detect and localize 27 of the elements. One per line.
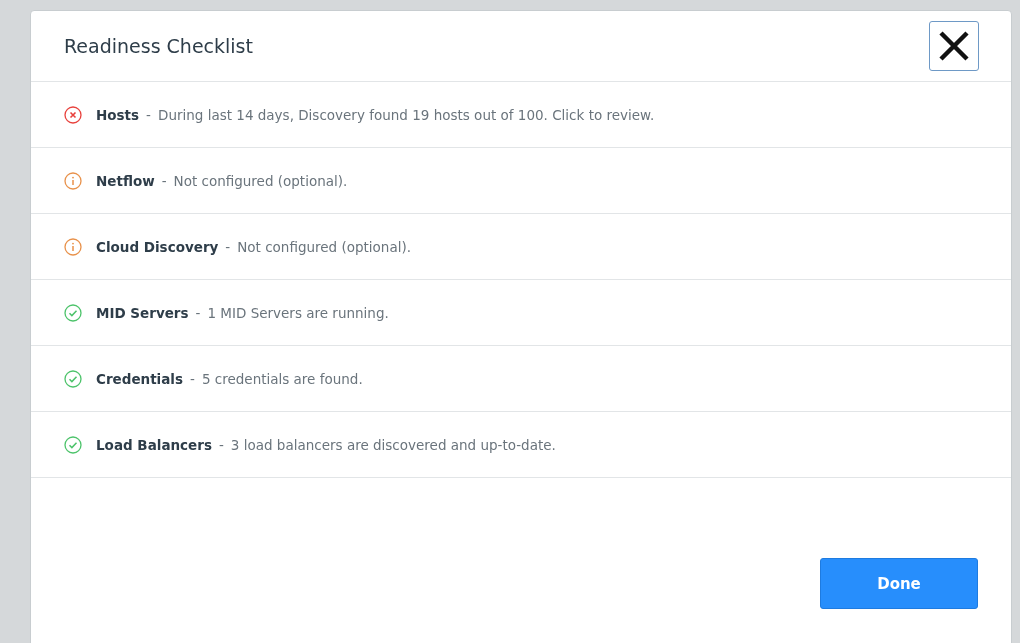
item-description: Not configured (optional). — [173, 172, 348, 189]
item-description: Not configured (optional). — [237, 238, 411, 255]
separator-dash: - — [195, 304, 201, 321]
item-name: Credentials — [96, 370, 183, 387]
item-description: 1 MID Servers are running. — [207, 304, 389, 321]
check-circle-icon — [64, 435, 82, 454]
item-name: Hosts — [96, 106, 140, 123]
separator-dash: - — [161, 172, 167, 189]
item-description: 5 credentials are found. — [201, 370, 363, 387]
check-circle-icon — [64, 303, 82, 322]
item-description: 3 load balancers are discovered and up-to-date. — [230, 436, 556, 453]
separator-dash: - — [190, 370, 195, 387]
info-circle-icon — [64, 237, 82, 256]
info-circle-icon — [64, 171, 82, 190]
close-button[interactable] — [929, 21, 979, 71]
separator-dash: - — [218, 436, 224, 453]
separator-dash: - — [225, 238, 231, 255]
item-name: Load Balancers — [96, 436, 212, 453]
item-name: MID Servers — [96, 304, 189, 321]
error-x-circle-icon — [64, 105, 82, 124]
separator-dash: - — [146, 106, 151, 123]
item-description: During last 14 days, Discovery found 19 hosts out of 100. Click to review. — [158, 106, 655, 123]
item-name: Netflow — [96, 172, 155, 189]
check-circle-icon — [64, 369, 82, 388]
dialog-title: Readiness Checklist — [64, 35, 253, 57]
item-name: Cloud Discovery — [96, 238, 219, 255]
done-button[interactable]: Done — [820, 558, 978, 609]
